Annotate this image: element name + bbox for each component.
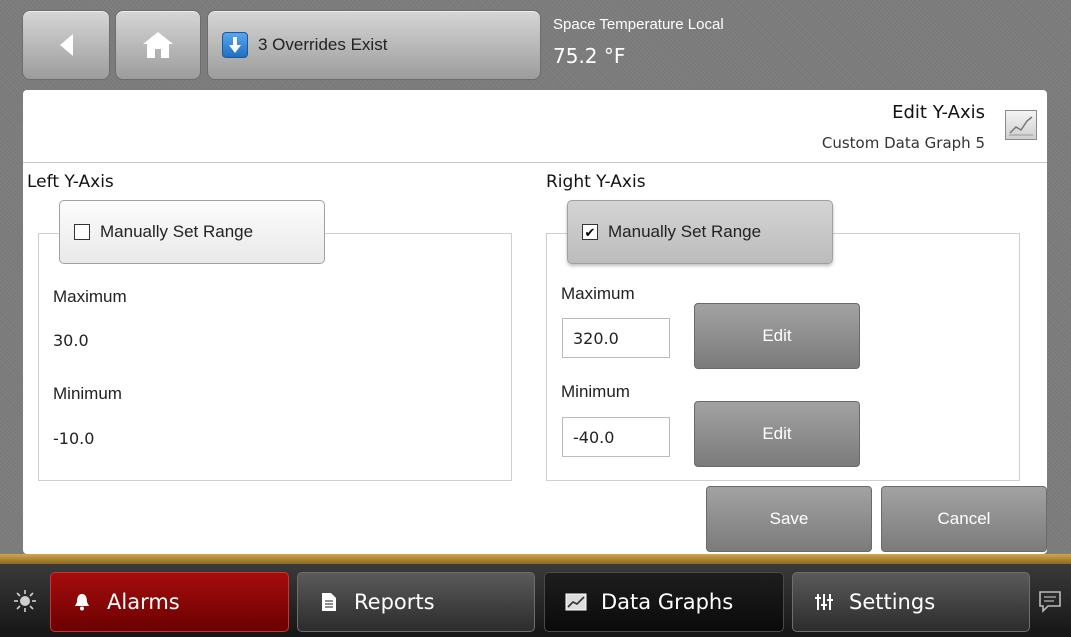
right-max-label: Maximum (561, 284, 635, 303)
left-min-label: Minimum (53, 384, 122, 403)
page-subtitle: Custom Data Graph 5 (821, 134, 985, 152)
chart-icon (565, 591, 587, 613)
tab-reports[interactable]: Reports (297, 572, 535, 632)
tab-data-graphs-label: Data Graphs (601, 590, 734, 614)
left-axis-group: Maximum 30.0 Minimum -10.0 (38, 233, 512, 481)
edit-y-axis-panel: Edit Y-Axis Custom Data Graph 5 Left Y-A… (23, 90, 1047, 554)
right-manual-range-label: Manually Set Range (608, 222, 762, 241)
checkmark-icon: ✔ (582, 224, 598, 240)
right-min-field[interactable]: -40.0 (562, 417, 670, 457)
left-manual-range-label: Manually Set Range (100, 222, 254, 241)
home-icon (143, 32, 173, 58)
header-divider (23, 162, 1047, 163)
right-axis-title: Right Y-Axis (546, 172, 646, 192)
left-axis-title: Left Y-Axis (27, 172, 114, 192)
point-value: 75.2 °F (553, 44, 626, 68)
back-button[interactable] (22, 10, 110, 80)
edit-min-button[interactable]: Edit (694, 401, 860, 467)
bell-icon (71, 591, 93, 613)
document-icon (318, 591, 340, 613)
tab-reports-label: Reports (354, 590, 435, 614)
tab-alarms-label: Alarms (107, 590, 180, 614)
graph-icon (1005, 110, 1037, 140)
brightness-icon[interactable] (14, 590, 36, 612)
tab-alarms[interactable]: Alarms (50, 572, 289, 632)
page-title: Edit Y-Axis (892, 102, 985, 123)
left-manual-range-checkbox[interactable]: Manually Set Range (59, 200, 325, 264)
overrides-button[interactable]: 3 Overrides Exist (207, 10, 541, 80)
edit-max-button[interactable]: Edit (694, 303, 860, 369)
tab-data-graphs[interactable]: Data Graphs (544, 572, 784, 632)
tab-settings[interactable]: Settings (792, 572, 1030, 632)
tab-settings-label: Settings (849, 590, 936, 614)
left-max-value: 30.0 (53, 331, 89, 350)
cancel-button[interactable]: Cancel (881, 486, 1047, 552)
left-max-label: Maximum (53, 287, 127, 306)
right-axis-group: Maximum 320.0 Edit Minimum -40.0 Edit (546, 233, 1020, 481)
accent-strip (0, 554, 1071, 564)
left-min-value: -10.0 (53, 429, 95, 448)
sliders-icon (813, 591, 835, 613)
top-bar: 3 Overrides Exist Space Temperature Loca… (0, 0, 1071, 90)
override-down-arrow-icon (222, 32, 248, 58)
right-min-label: Minimum (561, 382, 630, 401)
overrides-label: 3 Overrides Exist (258, 35, 388, 54)
chat-icon[interactable] (1037, 588, 1063, 614)
checkbox-unchecked-icon (74, 224, 90, 240)
save-button[interactable]: Save (706, 486, 872, 552)
bottom-nav: Alarms Reports Data Graphs Settings (0, 564, 1071, 637)
right-manual-range-checkbox[interactable]: ✔ Manually Set Range (567, 200, 833, 264)
right-max-field[interactable]: 320.0 (562, 318, 670, 358)
home-button[interactable] (115, 10, 201, 80)
point-name: Space Temperature Local (553, 16, 724, 33)
back-arrow-icon (60, 34, 73, 56)
